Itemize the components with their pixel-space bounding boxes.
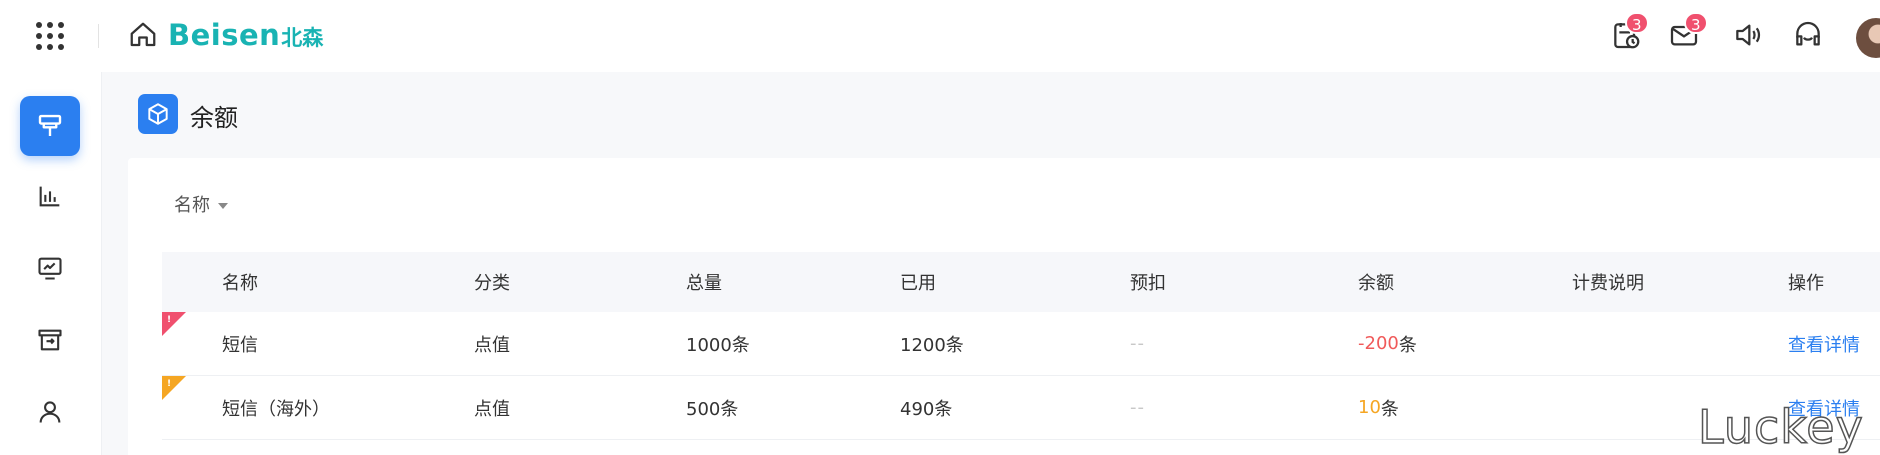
bar-chart-icon [39,186,60,207]
balance-value: 10 [1358,397,1381,418]
tasks-badge: 3 [1625,12,1649,34]
col-header-used: 已用 [900,273,936,294]
sidebar-item-user[interactable] [20,382,80,442]
beisen-logo[interactable]: Beisen 北森 [168,18,323,54]
cell-used: 490条 [900,398,953,420]
col-header-reserved: 预扣 [1130,273,1166,294]
sidebar [0,72,102,455]
cell-reserved: -- [1130,397,1145,418]
mail-badge: 3 [1684,12,1708,34]
sidebar-item-brush[interactable] [20,96,80,156]
logo-cn: 北森 [281,26,324,50]
balance-table: 名称 分类 总量 已用 预扣 余额 计费说明 操作 ! 短信 点值 1000条 … [162,252,1880,440]
balance-unit: 条 [1398,334,1417,356]
col-header-category: 分类 [474,273,510,294]
sidebar-item-monitor[interactable] [20,238,80,298]
top-bar: Beisen 北森 3 3 [0,0,1880,72]
cube-icon [138,94,178,134]
page-title: 余额 [190,104,238,132]
balance-unit: 条 [1380,398,1399,420]
cell-used: 1200条 [900,334,964,356]
table-row: ! 短信 点值 1000条 1200条 -- -200 条 查看详情 [162,312,1880,376]
user-icon [39,401,61,423]
content-card: 名称 名称 分类 总量 已用 预扣 余额 计费说明 操作 ! 短信 点值 100… [128,158,1880,455]
headset-icon[interactable] [1792,19,1824,51]
home-icon[interactable] [128,20,158,50]
table-header: 名称 分类 总量 已用 预扣 余额 计费说明 操作 [162,252,1880,312]
cell-total: 500条 [686,398,739,420]
monitor-trend-icon [38,257,62,280]
name-filter-dropdown[interactable]: 名称 [174,191,228,217]
col-header-action: 操作 [1788,273,1824,294]
col-header-total: 总量 [686,273,722,294]
cell-name: 短信（海外） [222,398,330,420]
table-row: ! 短信（海外） 点值 500条 490条 -- 10 条 查看详情 [162,376,1880,440]
col-header-name: 名称 [222,273,258,294]
cell-balance: -200 条 [1358,312,1417,375]
page-header: 余额 [102,72,1880,154]
balance-value: -200 [1358,333,1399,354]
svg-text:!: ! [167,379,171,389]
archive-icon [38,329,62,351]
watermark: Luckey [1697,399,1864,455]
filter-label: 名称 [174,195,210,216]
svg-text:!: ! [167,315,171,325]
sidebar-item-archive[interactable] [20,310,80,370]
divider [98,24,99,48]
sidebar-item-chart[interactable] [20,166,80,226]
user-avatar[interactable] [1856,18,1880,58]
cell-balance: 10 条 [1358,376,1399,439]
cell-name: 短信 [222,334,258,356]
app-grid-icon[interactable] [36,22,64,50]
alert-flag-icon: ! [162,312,186,336]
cell-reserved: -- [1130,333,1145,354]
warning-flag-icon: ! [162,376,186,400]
col-header-billing: 计费说明 [1572,273,1644,294]
paint-roller-icon [38,114,62,136]
col-header-balance: 余额 [1358,273,1394,294]
logo-latin: Beisen [168,18,281,52]
cell-category: 点值 [474,398,510,420]
cell-total: 1000条 [686,334,750,356]
speaker-icon[interactable] [1732,19,1764,51]
caret-down-icon [218,202,228,209]
cell-category: 点值 [474,334,510,356]
view-details-link[interactable]: 查看详情 [1788,312,1860,375]
